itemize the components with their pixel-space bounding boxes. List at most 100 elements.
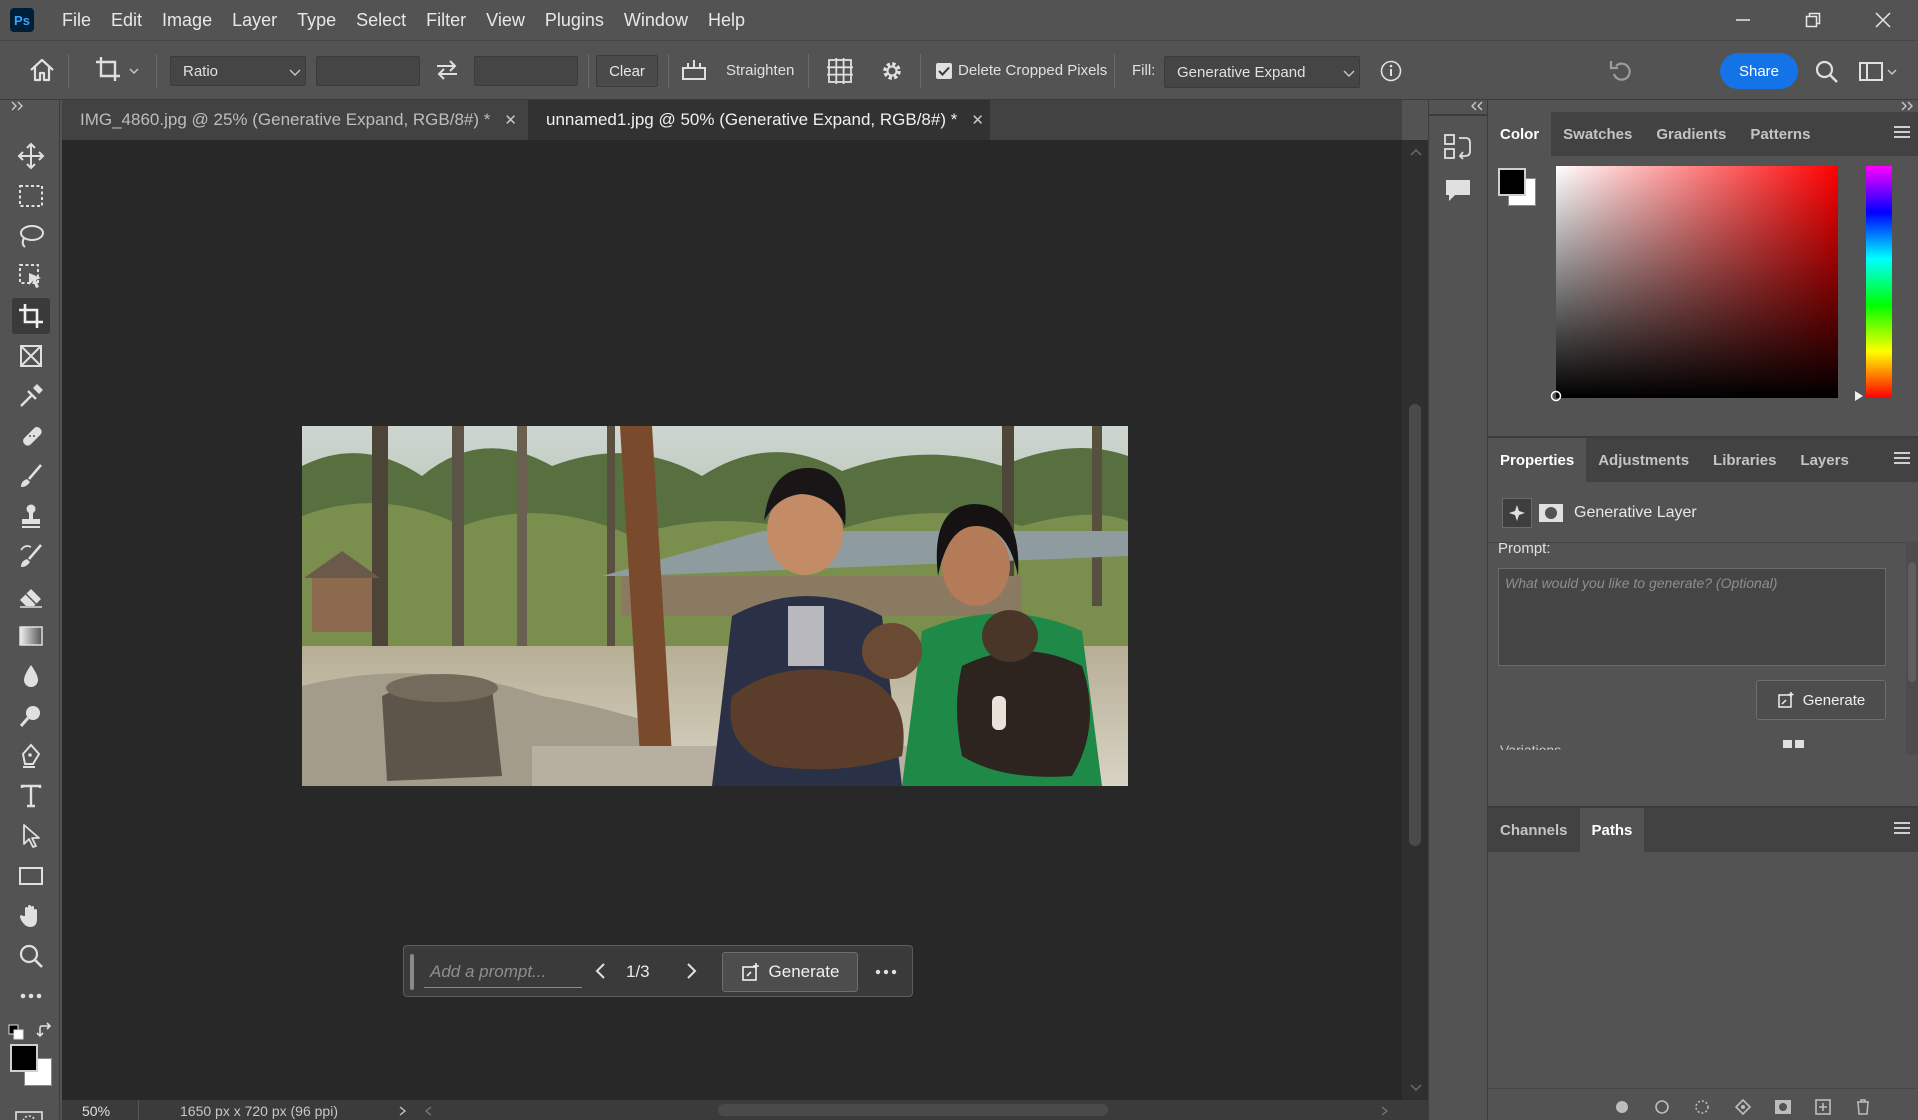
minimize-button[interactable] bbox=[1708, 0, 1778, 40]
hue-slider[interactable] bbox=[1855, 166, 1892, 401]
add-mask-icon[interactable] bbox=[1774, 1098, 1792, 1116]
menu-plugins[interactable]: Plugins bbox=[535, 0, 614, 40]
rectangle-tool[interactable] bbox=[12, 858, 50, 894]
tab-img-4860[interactable]: IMG_4860.jpg @ 25% (Generative Expand, R… bbox=[62, 100, 526, 140]
collapse-panel-icon[interactable] bbox=[1469, 100, 1485, 112]
zoom-level[interactable]: 50% bbox=[82, 1103, 110, 1119]
tab-paths[interactable]: Paths bbox=[1579, 808, 1645, 852]
tab-channels[interactable]: Channels bbox=[1488, 808, 1580, 852]
foreground-color-swatch[interactable] bbox=[1498, 168, 1526, 196]
workspace-button[interactable] bbox=[1858, 59, 1898, 85]
load-as-selection-icon[interactable] bbox=[1694, 1099, 1710, 1115]
comments-panel-button[interactable] bbox=[1443, 176, 1473, 206]
tab-color[interactable]: Color bbox=[1488, 112, 1552, 156]
expand-panel-icon[interactable] bbox=[10, 100, 26, 112]
info-button[interactable] bbox=[1380, 60, 1402, 82]
tab-unnamed1[interactable]: unnamed1.jpg @ 50% (Generative Expand, R… bbox=[528, 100, 990, 140]
default-colors-button[interactable] bbox=[8, 1024, 24, 1040]
search-button[interactable] bbox=[1814, 59, 1840, 85]
vertical-scrollbar[interactable] bbox=[1402, 140, 1428, 1100]
ratio-select[interactable]: Ratio bbox=[170, 56, 306, 86]
eyedropper-tool[interactable] bbox=[12, 378, 50, 414]
color-field[interactable] bbox=[1550, 166, 1838, 402]
variations-header[interactable]: Variations bbox=[1494, 738, 1744, 750]
menu-help[interactable]: Help bbox=[698, 0, 755, 40]
horizontal-scroll-thumb[interactable] bbox=[718, 1104, 1108, 1116]
zoom-tool[interactable] bbox=[12, 938, 50, 974]
share-button[interactable]: Share bbox=[1720, 53, 1798, 89]
move-tool[interactable] bbox=[12, 138, 50, 174]
overlay-options-button[interactable] bbox=[826, 57, 854, 85]
straighten-button[interactable] bbox=[680, 57, 708, 83]
hue-slider-handle[interactable] bbox=[1854, 390, 1864, 402]
trash-icon[interactable] bbox=[1854, 1098, 1872, 1116]
ratio-height-input[interactable] bbox=[474, 56, 578, 86]
crop-tool-preset[interactable] bbox=[94, 55, 140, 85]
close-window-button[interactable] bbox=[1848, 0, 1918, 40]
clone-stamp-tool[interactable] bbox=[12, 498, 50, 534]
menu-view[interactable]: View bbox=[476, 0, 535, 40]
layer-mask-button[interactable] bbox=[1538, 502, 1564, 524]
panel-menu-icon[interactable] bbox=[1894, 822, 1910, 837]
document-image[interactable] bbox=[302, 426, 1128, 786]
properties-generate-button[interactable]: Generate bbox=[1756, 680, 1886, 720]
menu-window[interactable]: Window bbox=[614, 0, 698, 40]
home-button[interactable] bbox=[28, 57, 56, 83]
menu-edit[interactable]: Edit bbox=[101, 0, 152, 40]
scroll-left-icon[interactable] bbox=[424, 1105, 434, 1117]
menu-file[interactable]: File bbox=[52, 0, 101, 40]
hand-tool[interactable] bbox=[12, 898, 50, 934]
prompt-textarea[interactable]: What would you like to generate? (Option… bbox=[1498, 568, 1886, 666]
next-variation-button[interactable] bbox=[684, 962, 698, 980]
tab-patterns[interactable]: Patterns bbox=[1738, 112, 1822, 156]
canvas-area[interactable]: Add a prompt... 1/3 Generate bbox=[62, 140, 1402, 1100]
healing-brush-tool[interactable] bbox=[12, 418, 50, 454]
generative-layer-button[interactable] bbox=[1502, 498, 1532, 528]
make-work-path-icon[interactable] bbox=[1734, 1098, 1752, 1116]
new-path-icon[interactable] bbox=[1814, 1098, 1832, 1116]
scroll-thumb[interactable] bbox=[1409, 404, 1421, 846]
properties-scrollbar[interactable] bbox=[1906, 542, 1918, 754]
close-icon[interactable]: ✕ bbox=[971, 111, 984, 129]
menu-type[interactable]: Type bbox=[287, 0, 346, 40]
frame-tool[interactable] bbox=[12, 338, 50, 374]
menu-image[interactable]: Image bbox=[152, 0, 222, 40]
crop-settings-button[interactable] bbox=[878, 57, 906, 85]
tab-libraries[interactable]: Libraries bbox=[1701, 438, 1788, 482]
variations-view-toggle[interactable] bbox=[1782, 738, 1806, 750]
more-options-button[interactable] bbox=[874, 962, 898, 982]
prompt-input[interactable]: Add a prompt... bbox=[424, 956, 582, 988]
fill-select[interactable]: Generative Expand bbox=[1164, 56, 1360, 88]
lasso-tool[interactable] bbox=[12, 218, 50, 254]
history-panel-button[interactable] bbox=[1443, 132, 1473, 162]
undo-history-button[interactable] bbox=[1608, 57, 1636, 85]
more-tools-button[interactable] bbox=[12, 978, 50, 1014]
scroll-down-icon[interactable] bbox=[1410, 1084, 1422, 1092]
eraser-tool[interactable] bbox=[12, 578, 50, 614]
gradient-tool[interactable] bbox=[12, 618, 50, 654]
object-selection-tool[interactable] bbox=[12, 258, 50, 294]
pen-tool[interactable] bbox=[12, 738, 50, 774]
brush-tool[interactable] bbox=[12, 458, 50, 494]
path-selection-tool[interactable] bbox=[12, 818, 50, 854]
dodge-tool[interactable] bbox=[12, 698, 50, 734]
quick-mask-button[interactable] bbox=[14, 1110, 44, 1120]
tab-layers[interactable]: Layers bbox=[1788, 438, 1860, 482]
clear-button[interactable]: Clear bbox=[596, 55, 658, 87]
panel-menu-icon[interactable] bbox=[1894, 452, 1910, 467]
foreground-color-swatch[interactable] bbox=[10, 1044, 38, 1072]
chevron-right-icon[interactable] bbox=[398, 1105, 408, 1117]
menu-layer[interactable]: Layer bbox=[222, 0, 287, 40]
menu-filter[interactable]: Filter bbox=[416, 0, 476, 40]
marquee-tool[interactable] bbox=[12, 178, 50, 214]
ratio-width-input[interactable] bbox=[316, 56, 420, 86]
history-brush-tool[interactable] bbox=[12, 538, 50, 574]
fill-path-icon[interactable] bbox=[1614, 1099, 1630, 1115]
delete-cropped-checkbox[interactable] bbox=[936, 63, 952, 79]
restore-button[interactable] bbox=[1778, 0, 1848, 40]
taskbar-generate-button[interactable]: Generate bbox=[722, 952, 858, 992]
tab-gradients[interactable]: Gradients bbox=[1644, 112, 1738, 156]
tab-adjustments[interactable]: Adjustments bbox=[1586, 438, 1701, 482]
tab-properties[interactable]: Properties bbox=[1488, 438, 1587, 482]
collapse-panel-icon[interactable] bbox=[1900, 100, 1916, 112]
